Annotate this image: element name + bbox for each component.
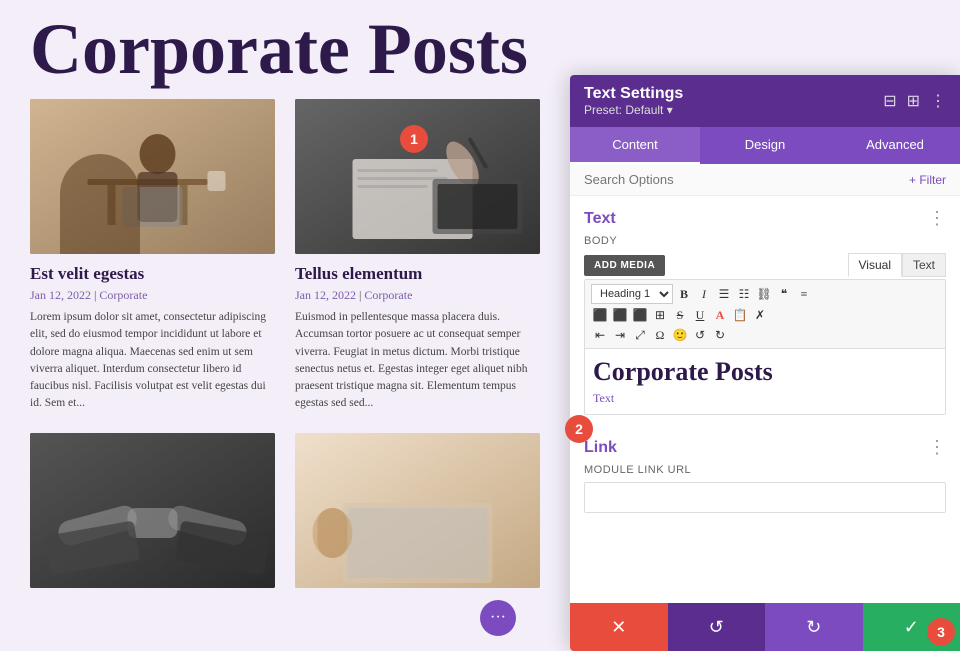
cancel-button[interactable]: ✕	[570, 603, 668, 651]
search-bar: + Filter	[570, 164, 960, 196]
body-field-label: Body	[584, 235, 946, 247]
editor-content[interactable]: Corporate Posts Text	[585, 349, 945, 414]
editor-top-row: ADD MEDIA Visual Text	[584, 253, 946, 277]
emoji-icon[interactable]: 🙂	[671, 326, 689, 344]
panel-body: Text ⋮ Body ADD MEDIA Visual Text Headin…	[570, 196, 960, 651]
post-title-1: Est velit egestas	[30, 264, 275, 284]
list-item	[30, 433, 275, 588]
panel-title: Text Settings	[584, 85, 683, 103]
post-image-1	[30, 99, 275, 254]
panel-header: Text Settings Preset: Default ▾ ⊟ ⊞ ⋮	[570, 75, 960, 127]
panel-tabs: Content Design Advanced	[570, 127, 960, 164]
editor-area: Heading 1 Heading 2 Heading 3 Paragraph …	[584, 279, 946, 415]
heading-select[interactable]: Heading 1 Heading 2 Heading 3 Paragraph	[591, 284, 673, 304]
link-icon[interactable]: ⛓	[755, 285, 773, 303]
tab-design[interactable]: Design	[700, 127, 830, 164]
settings-panel: Text Settings Preset: Default ▾ ⊟ ⊞ ⋮ Co…	[570, 75, 960, 651]
post-date-2: Jan 12, 2022 | Corporate	[295, 288, 540, 303]
color-icon[interactable]: A	[711, 306, 729, 324]
unordered-list-icon[interactable]: ☰	[715, 285, 733, 303]
undo-editor-icon[interactable]: ↺	[691, 326, 709, 344]
posts-grid: Est velit egestas Jan 12, 2022 | Corpora…	[0, 99, 570, 588]
search-input[interactable]	[584, 172, 909, 187]
main-content: Corporate Posts	[0, 0, 570, 651]
save-icon: ✓	[904, 617, 919, 638]
panel-header-left: Text Settings Preset: Default ▾	[584, 85, 683, 117]
cancel-icon: ✕	[611, 617, 626, 638]
ordered-list-icon[interactable]: ☷	[735, 285, 753, 303]
redo-button[interactable]: ↻	[765, 603, 863, 651]
strikethrough-icon[interactable]: S	[671, 306, 689, 324]
editor-toolbar: Heading 1 Heading 2 Heading 3 Paragraph …	[585, 280, 945, 349]
dots-icon: ···	[490, 609, 506, 627]
module-link-label: Module Link URL	[584, 464, 946, 476]
align-left-icon[interactable]: ⬛	[591, 306, 609, 324]
undo-icon: ↺	[709, 617, 724, 638]
text-section-menu[interactable]: ⋮	[928, 208, 946, 229]
editor-heading: Corporate Posts	[593, 357, 937, 387]
more-icon[interactable]: ⋮	[930, 91, 946, 111]
paste-icon[interactable]: 📋	[731, 306, 749, 324]
badge-3: 3	[927, 618, 955, 646]
post-image-2	[295, 99, 540, 254]
toolbar-row-2: ⬛ ⬛ ⬛ ⊞ S U A 📋 ✗	[591, 306, 939, 324]
minimize-icon[interactable]: ⊟	[883, 91, 896, 111]
tab-advanced[interactable]: Advanced	[830, 127, 960, 164]
text-section-header: Text ⋮	[584, 196, 946, 235]
blockquote-icon[interactable]: ❝	[775, 285, 793, 303]
tab-text[interactable]: Text	[902, 253, 946, 277]
special-char-icon[interactable]: Ω	[651, 326, 669, 344]
redo-editor-icon[interactable]: ↻	[711, 326, 729, 344]
panel-header-icons: ⊟ ⊞ ⋮	[883, 91, 946, 111]
post-title-2: Tellus elementum	[295, 264, 540, 284]
indent-right-icon[interactable]: ⇥	[611, 326, 629, 344]
view-tabs: Visual Text	[848, 253, 946, 277]
underline-icon[interactable]: U	[691, 306, 709, 324]
add-media-button[interactable]: ADD MEDIA	[584, 255, 665, 276]
italic-icon[interactable]: I	[695, 285, 713, 303]
align-center-icon[interactable]: ⬛	[611, 306, 629, 324]
link-section: Link ⋮ Module Link URL	[584, 425, 946, 513]
list-item: Est velit egestas Jan 12, 2022 | Corpora…	[30, 99, 275, 413]
text-section-title: Text	[584, 210, 616, 228]
filter-button[interactable]: + Filter	[909, 173, 946, 187]
indent-left-icon[interactable]: ⇤	[591, 326, 609, 344]
redo-icon: ↻	[806, 617, 821, 638]
floating-dots-button[interactable]: ···	[480, 600, 516, 636]
toolbar-row-3: ⇤ ⇥ ⤢ Ω 🙂 ↺ ↻	[591, 326, 939, 344]
editor-body-text: Text	[593, 391, 937, 406]
post-image-3	[30, 433, 275, 588]
table-icon[interactable]: ⊞	[651, 306, 669, 324]
post-excerpt-2: Euismod in pellentesque massa placera du…	[295, 309, 540, 413]
badge-2: 2	[565, 415, 593, 443]
fullscreen-icon[interactable]: ⤢	[631, 326, 649, 344]
list-item	[295, 433, 540, 588]
tab-content[interactable]: Content	[570, 127, 700, 164]
post-date-1: Jan 12, 2022 | Corporate	[30, 288, 275, 303]
panel-actions: ✕ ↺ ↻ ✓	[570, 603, 960, 651]
post-image-4	[295, 433, 540, 588]
align-icon[interactable]: ≡	[795, 285, 813, 303]
tab-visual[interactable]: Visual	[848, 253, 902, 277]
post-excerpt-1: Lorem ipsum dolor sit amet, consectetur …	[30, 309, 275, 413]
maximize-icon[interactable]: ⊞	[907, 91, 920, 111]
link-section-menu[interactable]: ⋮	[928, 437, 946, 458]
align-right-icon[interactable]: ⬛	[631, 306, 649, 324]
bold-icon[interactable]: B	[675, 285, 693, 303]
clear-icon[interactable]: ✗	[751, 306, 769, 324]
undo-button[interactable]: ↺	[668, 603, 766, 651]
link-section-header: Link ⋮	[584, 425, 946, 464]
module-link-input[interactable]	[584, 482, 946, 513]
panel-preset: Preset: Default ▾	[584, 103, 683, 117]
badge-1: 1	[400, 125, 428, 153]
page-title: Corporate Posts	[0, 0, 570, 99]
link-section-title: Link	[584, 439, 617, 457]
toolbar-row-1: Heading 1 Heading 2 Heading 3 Paragraph …	[591, 284, 939, 304]
